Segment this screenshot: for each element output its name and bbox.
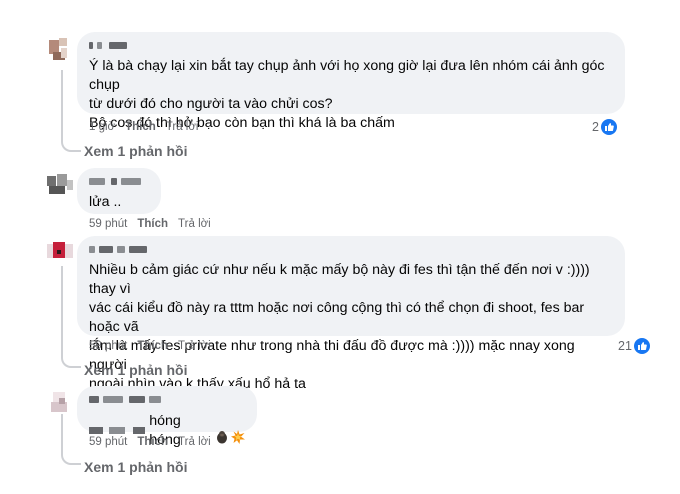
avatar[interactable]	[45, 38, 77, 70]
comment-text: lửa ..	[89, 194, 122, 210]
thumbs-up-icon	[600, 119, 617, 135]
author-name[interactable]	[89, 40, 613, 53]
view-replies-link[interactable]: Xem 1 phản hồi	[84, 459, 187, 475]
reply-button[interactable]: Trả lời	[178, 340, 211, 352]
mention-name[interactable]	[89, 426, 145, 436]
thumbs-up-icon	[633, 338, 650, 354]
avatar[interactable]	[45, 172, 77, 204]
comment-bubble: hóng hóng	[77, 386, 257, 448]
author-name[interactable]	[89, 394, 245, 407]
view-replies-link[interactable]: Xem 1 phản hồi	[84, 362, 187, 378]
avatar[interactable]	[45, 390, 77, 422]
comment-actions: 59 phút Thích Trả lời	[89, 218, 221, 230]
comment-time[interactable]: 59 phút	[89, 218, 127, 230]
reply-connector	[61, 451, 81, 465]
author-name[interactable]	[89, 244, 613, 257]
comment-actions: 1 giờ Thích Trả lời	[89, 121, 208, 133]
comment-actions: 59 phút Thích Trả lời	[89, 340, 221, 352]
comment-time[interactable]: 1 giờ	[89, 121, 115, 133]
comment-time[interactable]: 59 phút	[89, 340, 127, 352]
comment-time[interactable]: 59 phút	[89, 436, 127, 448]
author-name[interactable]	[89, 176, 149, 189]
comment-actions: 59 phút Thích Trả lời	[89, 436, 221, 448]
view-replies-link[interactable]: Xem 1 phản hồi	[84, 143, 187, 159]
collision-emoji	[231, 411, 245, 450]
comment-bubble: Ý là bà chạy lại xin bắt tay chụp ảnh vớ…	[77, 32, 625, 131]
reply-button[interactable]: Trả lời	[178, 218, 211, 230]
like-button[interactable]: Thích	[137, 340, 168, 352]
reaction-number: 21	[618, 339, 632, 353]
comment-bubble: lửa ..	[77, 168, 161, 214]
avatar[interactable]	[45, 238, 77, 270]
reaction-count[interactable]: 21	[618, 338, 650, 354]
comment-bubble: Nhiều b cảm giác cứ như nếu k mặc mấy bộ…	[77, 236, 625, 392]
like-button[interactable]: Thích	[137, 218, 168, 230]
reaction-count[interactable]: 2	[592, 119, 617, 135]
thread-line	[61, 266, 63, 356]
reply-button[interactable]: Trả lời	[178, 436, 211, 448]
reply-connector	[61, 354, 81, 368]
reply-button[interactable]: Trả lời	[166, 121, 199, 133]
reply-connector	[61, 138, 81, 152]
like-button[interactable]: Thích	[125, 121, 156, 133]
like-button[interactable]: Thích	[137, 436, 168, 448]
reaction-number: 2	[592, 120, 599, 134]
thread-line	[61, 70, 63, 140]
